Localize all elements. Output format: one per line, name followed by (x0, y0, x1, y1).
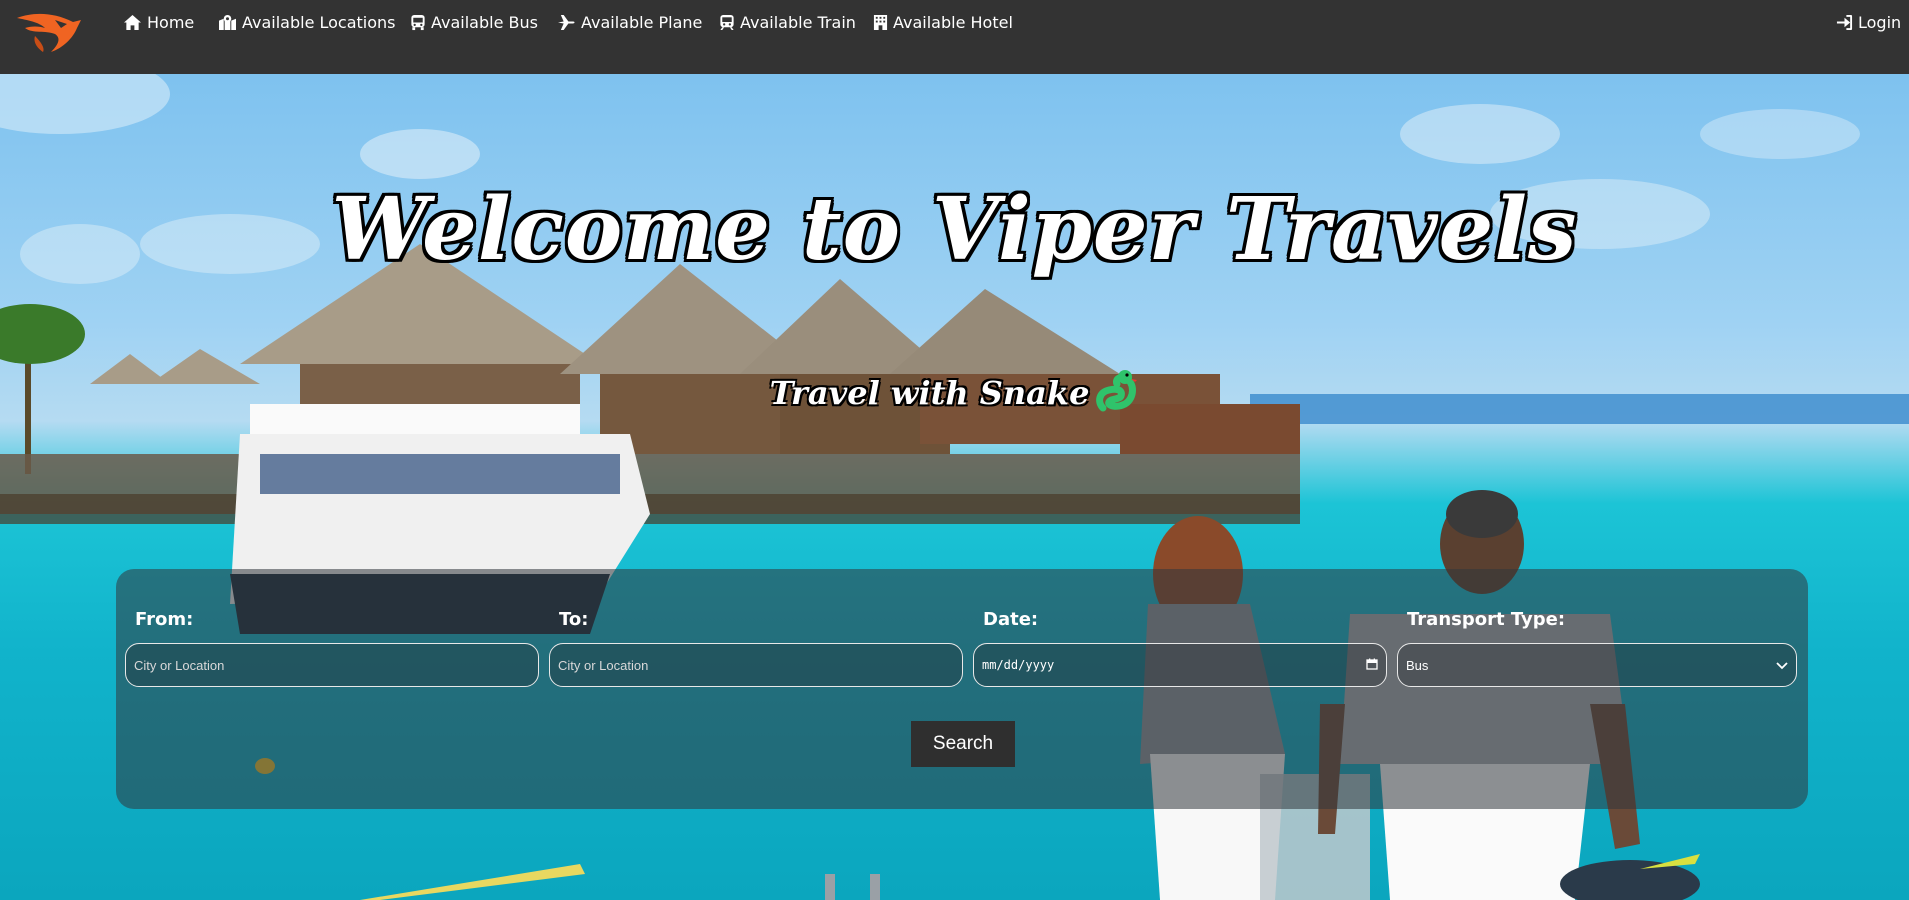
nav-available-train[interactable]: Available Train (719, 10, 856, 34)
tagline-text: Travel with Snake (769, 374, 1090, 412)
to-label: To: (559, 609, 589, 630)
from-field-group: From: (125, 609, 539, 687)
nav-available-plane[interactable]: Available Plane (557, 10, 702, 34)
transport-type-select[interactable]: Bus (1397, 643, 1797, 687)
viper-logo[interactable] (15, 8, 85, 54)
transport-selected-value: Bus (1406, 657, 1429, 673)
calendar-icon[interactable] (1366, 658, 1378, 673)
to-input-wrapper (549, 643, 963, 687)
from-input[interactable] (134, 657, 530, 673)
transport-type-label: Transport Type: (1407, 609, 1566, 630)
date-placeholder: mm/dd/yyyy (982, 658, 1055, 672)
sign-in-icon (1836, 14, 1853, 31)
nav-available-plane-label: Available Plane (581, 12, 703, 32)
chevron-down-icon (1776, 658, 1788, 673)
date-label: Date: (983, 609, 1039, 630)
search-panel: From: To: Date: mm/dd/yyyy Transport Typ… (116, 569, 1808, 809)
nav-login[interactable]: Login (1836, 10, 1901, 34)
train-icon (719, 14, 735, 31)
transport-field-group: Transport Type: Bus (1397, 609, 1797, 687)
nav-available-locations[interactable]: Available Locations (218, 10, 396, 34)
from-label: From: (135, 609, 194, 630)
search-button[interactable]: Search (911, 721, 1015, 767)
snake-emoji-icon (1095, 370, 1139, 416)
nav-available-hotel-label: Available Hotel (893, 12, 1013, 32)
home-icon (123, 14, 142, 31)
hero-title: Welcome to Viper Travels (331, 179, 1578, 280)
nav-home-label: Home (147, 12, 195, 32)
hero-section: Welcome to Viper Travels Travel with Sna… (0, 74, 1909, 900)
date-field-group: Date: mm/dd/yyyy (973, 609, 1387, 687)
hero-tagline: Travel with Snake (0, 370, 1909, 416)
nav-available-train-label: Available Train (740, 12, 856, 32)
nav-available-hotel[interactable]: Available Hotel (873, 10, 1013, 34)
hotel-icon (873, 14, 888, 31)
nav-available-bus[interactable]: Available Bus (410, 10, 538, 34)
nav-available-locations-label: Available Locations (242, 12, 396, 32)
map-marked-icon (218, 14, 237, 31)
plane-icon (557, 14, 576, 31)
from-input-wrapper (125, 643, 539, 687)
to-field-group: To: (549, 609, 963, 687)
navbar: Home Available Locations Available Bus A… (0, 0, 1909, 74)
to-input[interactable] (558, 657, 954, 673)
nav-home[interactable]: Home (123, 10, 194, 34)
nav-login-label: Login (1858, 12, 1902, 32)
bus-icon (410, 14, 426, 31)
nav-available-bus-label: Available Bus (431, 12, 538, 32)
date-input[interactable]: mm/dd/yyyy (973, 643, 1387, 687)
